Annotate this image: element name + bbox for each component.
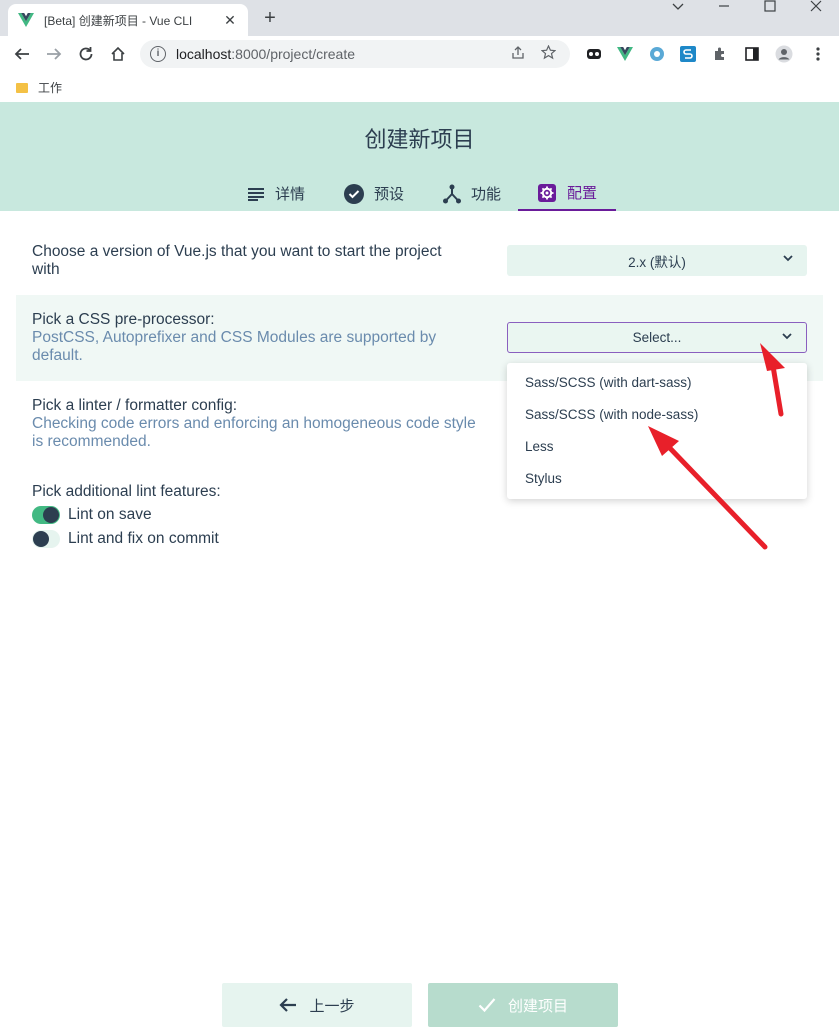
bookmark-star-icon[interactable] (536, 44, 560, 63)
dropdown-option[interactable]: Sass/SCSS (with dart-sass) (507, 367, 807, 399)
address-bar[interactable]: i localhost:8000/project/create (140, 40, 570, 68)
settings-icon (537, 183, 556, 202)
linter-text: Pick a linter / formatter config: Checki… (32, 397, 482, 451)
chevron-down-icon (782, 333, 792, 340)
lint-on-save-option[interactable]: Lint on save (32, 506, 152, 524)
step-tabs: 详情 预设 功能 配置 (0, 176, 839, 211)
new-tab-button[interactable]: + (258, 6, 282, 30)
css-preprocessor-select[interactable]: Select... (507, 322, 807, 353)
chevron-down-icon (783, 255, 793, 262)
linter-description: Checking code errors and enforcing an ho… (32, 415, 476, 450)
fork-icon (442, 184, 461, 203)
share-icon[interactable] (506, 45, 530, 63)
browser-tabstrip: [Beta] 创建新项目 - Vue CLI ✕ + (0, 0, 839, 36)
minimize-icon[interactable] (702, 0, 746, 14)
extensions-puzzle-icon[interactable] (710, 44, 730, 64)
dropdown-option[interactable]: Sass/SCSS (with node-sass) (507, 399, 807, 431)
browser-menu-icon[interactable] (808, 44, 828, 64)
tab-presets-label: 预设 (373, 185, 404, 203)
browser-toolbar: i localhost:8000/project/create (0, 36, 839, 72)
lint-on-save-toggle[interactable] (32, 506, 60, 524)
list-icon (247, 187, 264, 201)
tab-configuration[interactable]: 配置 (518, 176, 616, 211)
lint-features-label: Pick additional lint features: (32, 483, 221, 500)
tab-presets[interactable]: 预设 (330, 176, 418, 211)
window-close-icon[interactable] (794, 0, 838, 14)
css-preprocessor-text: Pick a CSS pre-processor: PostCSS, Autop… (32, 311, 482, 365)
check-icon (478, 998, 496, 1013)
tab-configuration-label: 配置 (566, 184, 597, 202)
extension-s-icon[interactable] (678, 44, 698, 64)
create-project-label: 创建项目 (507, 996, 568, 1015)
vue-version-label: Choose a version of Vue.js that you want… (32, 243, 442, 278)
tab-features[interactable]: 功能 (428, 176, 516, 211)
lint-fix-commit-toggle[interactable] (32, 530, 60, 548)
site-info-icon[interactable]: i (150, 46, 166, 62)
app-header: 创建新项目 详情 预设 功能 配置 (0, 102, 839, 211)
linter-label: Pick a linter / formatter config: (32, 397, 238, 414)
tab-details-label: 详情 (274, 185, 305, 203)
css-preprocessor-label: Pick a CSS pre-processor: (32, 311, 215, 328)
arrow-left-icon (279, 998, 297, 1012)
tab-close-icon[interactable]: ✕ (222, 12, 238, 28)
css-preprocessor-value: Select... (632, 330, 682, 345)
dropdown-option[interactable]: Stylus (507, 463, 807, 495)
home-icon[interactable] (104, 40, 132, 68)
side-panel-icon[interactable] (742, 44, 762, 64)
check-circle-icon (343, 183, 364, 204)
extension-mask-icon[interactable] (584, 44, 604, 64)
tab-search-icon[interactable] (656, 0, 700, 14)
vue-version-select[interactable]: 2.x (默认) (507, 245, 807, 276)
bookmarks-bar: 工作 (0, 72, 839, 102)
create-project-button[interactable]: 创建项目 (428, 983, 618, 1027)
maximize-icon[interactable] (748, 0, 792, 14)
previous-step-button[interactable]: 上一步 (222, 983, 412, 1027)
folder-icon (16, 83, 28, 93)
previous-step-label: 上一步 (309, 996, 355, 1015)
vue-devtools-icon[interactable] (615, 44, 635, 64)
lint-fix-commit-label: Lint and fix on commit (68, 530, 219, 547)
tab-details[interactable]: 详情 (232, 176, 320, 211)
css-preprocessor-description: PostCSS, Autoprefixer and CSS Modules ar… (32, 329, 437, 364)
tab-features-label: 功能 (470, 185, 501, 203)
css-preprocessor-dropdown: Sass/SCSS (with dart-sass) Sass/SCSS (wi… (507, 363, 807, 499)
bookmark-folder-work[interactable]: 工作 (38, 79, 62, 96)
vue-version-value: 2.x (默认) (628, 254, 686, 270)
extension-circle-icon[interactable] (647, 44, 667, 64)
profile-avatar-icon[interactable] (774, 44, 794, 64)
lint-on-save-label: Lint on save (68, 506, 152, 523)
lint-fix-commit-option[interactable]: Lint and fix on commit (32, 530, 219, 548)
back-arrow-icon[interactable] (8, 40, 36, 68)
vue-logo-icon (18, 12, 34, 28)
dropdown-option[interactable]: Less (507, 431, 807, 463)
forward-arrow-icon[interactable] (40, 40, 68, 68)
browser-tab[interactable]: [Beta] 创建新项目 - Vue CLI ✕ (8, 4, 248, 36)
page-title: 创建新项目 (364, 128, 475, 153)
tab-title: [Beta] 创建新项目 - Vue CLI (44, 13, 193, 28)
reload-icon[interactable] (72, 40, 100, 68)
url-text: localhost:8000/project/create (176, 46, 356, 62)
